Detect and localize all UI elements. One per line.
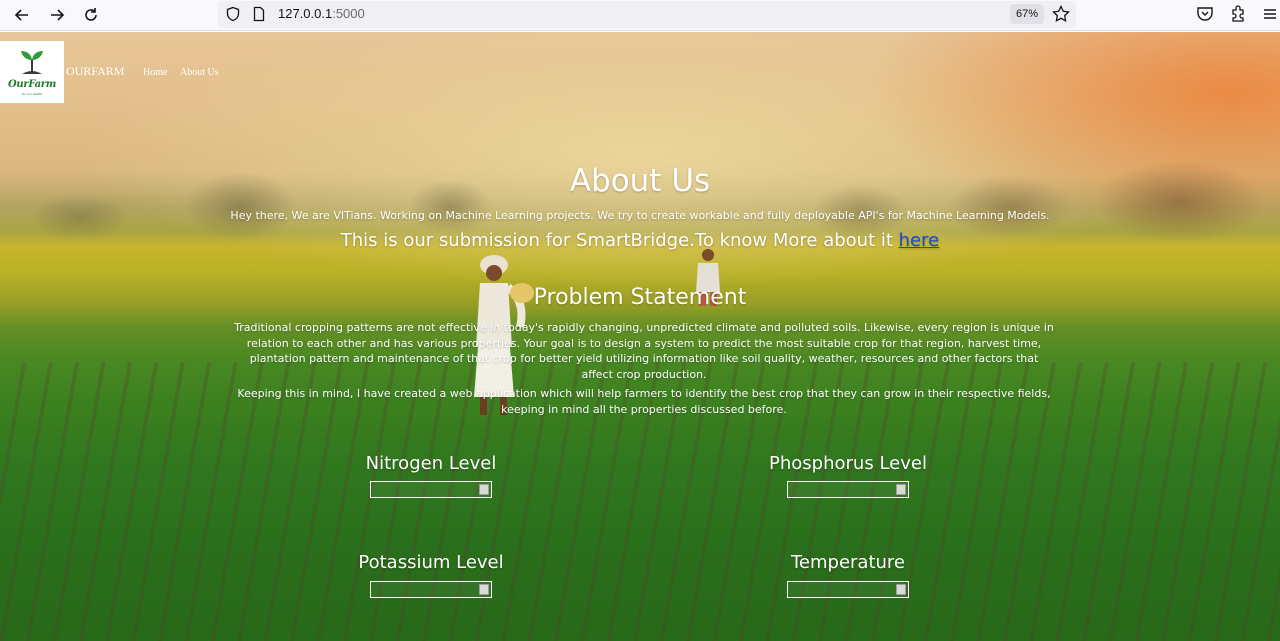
url-bar[interactable]: 127.0.0.1:5000 67% [218, 1, 1076, 28]
potassium-label: Potassium Level [358, 552, 504, 573]
menu-icon[interactable] [1260, 4, 1280, 24]
problem-title: Problem Statement [533, 285, 747, 310]
potassium-spinner[interactable] [479, 584, 489, 595]
about-intro: Hey there, We are VITians. Working on Ma… [230, 209, 1050, 222]
reload-icon[interactable] [79, 4, 103, 26]
nitrogen-spinner[interactable] [479, 484, 489, 495]
phosphorus-label: Phosphorus Level [769, 453, 927, 474]
page-background: OurFarm for our health OURFARM Home Abou… [0, 32, 1280, 641]
phosphorus-input[interactable] [787, 481, 909, 498]
ourfarm-logo[interactable]: OurFarm for our health [0, 41, 64, 103]
temperature-label: Temperature [790, 552, 906, 573]
extensions-icon[interactable] [1228, 4, 1248, 24]
page-icon[interactable] [251, 6, 267, 22]
url-host: 127.0.0.1 [278, 6, 333, 21]
nitrogen-label: Nitrogen Level [365, 453, 497, 474]
problem-paragraph-2: Keeping this in mind, I have created a w… [237, 387, 1051, 416]
problem-paragraph-1: Traditional cropping patterns are not ef… [234, 321, 1054, 381]
nav-link-about[interactable]: About Us [180, 67, 219, 78]
zoom-level-badge[interactable]: 67% [1010, 4, 1045, 24]
here-link[interactable]: here [899, 230, 940, 251]
potassium-input[interactable] [370, 581, 492, 598]
temperature-input[interactable] [787, 581, 909, 598]
shield-icon[interactable] [225, 6, 241, 22]
phosphorus-spinner[interactable] [896, 484, 906, 495]
sprout-icon [21, 51, 43, 74]
forward-icon[interactable] [45, 4, 69, 26]
about-title: About Us [569, 163, 711, 199]
logo-text: OurFarm [7, 79, 57, 90]
brand-name[interactable]: OURFARM [66, 64, 124, 79]
submission-text: This is our submission for SmartBridge.T… [340, 230, 899, 251]
url-port: :5000 [332, 6, 365, 21]
browser-toolbar: 127.0.0.1:5000 67% [0, 0, 1280, 31]
back-icon[interactable] [10, 4, 34, 26]
url-text[interactable]: 127.0.0.1:5000 [278, 6, 365, 21]
temperature-spinner[interactable] [896, 584, 906, 595]
nav-link-home[interactable]: Home [143, 67, 167, 78]
bookmark-star-icon[interactable] [1051, 4, 1071, 24]
nitrogen-input[interactable] [370, 481, 492, 498]
logo-tagline: for our health [21, 92, 43, 96]
pocket-icon[interactable] [1195, 4, 1215, 24]
submission-line: This is our submission for SmartBridge.T… [0, 230, 1280, 251]
